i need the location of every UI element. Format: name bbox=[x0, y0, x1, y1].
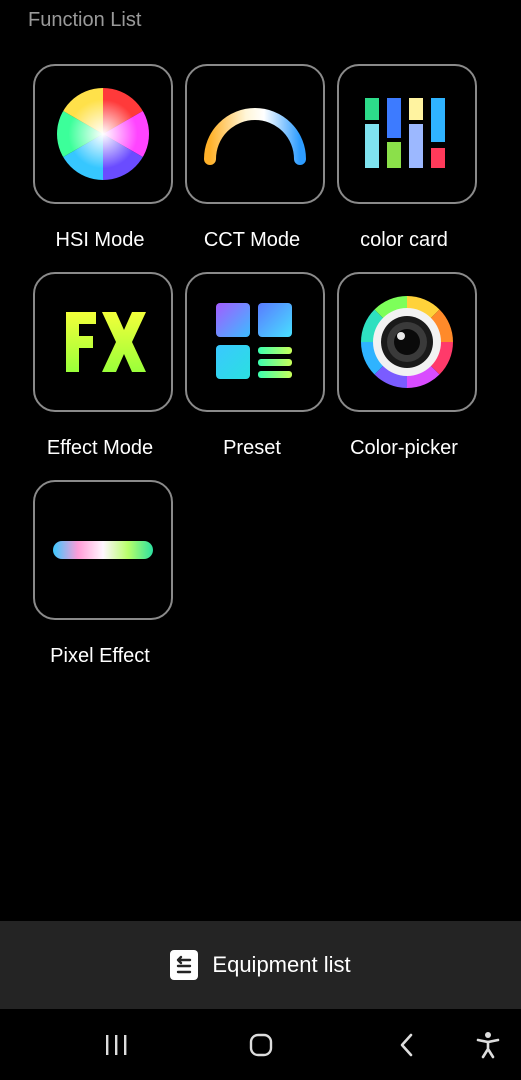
hsi-mode-tile[interactable] bbox=[33, 64, 173, 204]
cct-mode-label: CCT Mode bbox=[203, 229, 301, 251]
cct-mode-tile[interactable] bbox=[185, 64, 325, 204]
cct-arc-icon bbox=[204, 108, 306, 165]
color-picker-label: Color-picker bbox=[350, 437, 458, 459]
home-icon bbox=[249, 1033, 273, 1057]
fx-icon bbox=[66, 312, 146, 372]
page-title: Function List bbox=[28, 9, 142, 31]
preset-label: Preset bbox=[223, 437, 281, 459]
pixel-effect-tile[interactable] bbox=[33, 480, 173, 620]
effect-mode-tile[interactable] bbox=[33, 272, 173, 412]
home-button[interactable] bbox=[241, 1029, 281, 1061]
color-card-tile[interactable] bbox=[337, 64, 477, 204]
pixel-bar-icon bbox=[53, 541, 153, 559]
preset-tile[interactable] bbox=[185, 272, 325, 412]
color-card-label: color card bbox=[360, 229, 448, 251]
color-picker-tile[interactable] bbox=[337, 272, 477, 412]
system-navigation-bar bbox=[0, 1009, 521, 1080]
recents-button[interactable] bbox=[96, 1029, 136, 1061]
equipment-list-label: Equipment list bbox=[212, 952, 351, 977]
back-icon bbox=[400, 1033, 413, 1057]
list-return-icon bbox=[170, 950, 199, 980]
hsi-mode-label: HSI Mode bbox=[55, 229, 145, 251]
effect-mode-label: Effect Mode bbox=[46, 437, 154, 459]
preset-grid-icon bbox=[216, 303, 292, 379]
color-picker-lens-icon bbox=[361, 296, 453, 388]
recents-icon bbox=[106, 1035, 127, 1055]
accessibility-icon bbox=[476, 1032, 500, 1059]
back-button[interactable] bbox=[387, 1029, 427, 1061]
pixel-effect-label: Pixel Effect bbox=[50, 645, 150, 667]
color-card-icon bbox=[365, 98, 445, 168]
equipment-list-button[interactable]: Equipment list bbox=[0, 921, 521, 1009]
accessibility-button[interactable] bbox=[468, 1029, 508, 1061]
color-wheel-icon bbox=[57, 88, 149, 180]
